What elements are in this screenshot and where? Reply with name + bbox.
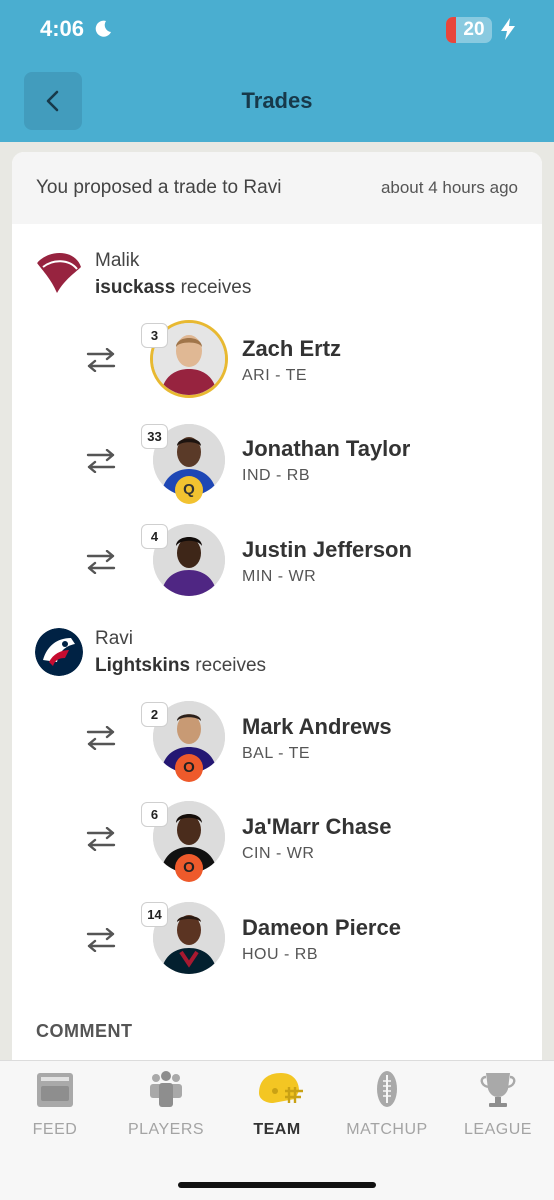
owner-name: Malik bbox=[95, 250, 140, 271]
moon-icon bbox=[95, 20, 111, 37]
player-position: MIN - WR bbox=[242, 568, 317, 585]
tab-label: TEAM bbox=[253, 1121, 301, 1138]
tab-matchup[interactable]: MATCHUP bbox=[332, 1061, 442, 1161]
swap-arrows-icon bbox=[86, 726, 116, 750]
receives-label: receives bbox=[180, 277, 252, 298]
player-position: HOU - RB bbox=[242, 946, 318, 963]
tab-feed[interactable]: FEED bbox=[0, 1061, 110, 1161]
swap-arrows-icon bbox=[86, 827, 116, 851]
receives-label: receives bbox=[195, 655, 267, 676]
swap-arrows-icon bbox=[86, 550, 116, 574]
team-name: isuckass bbox=[95, 277, 176, 298]
team-receives-line: Lightskins receives bbox=[95, 655, 266, 677]
proposal-text: You proposed a trade to Ravi bbox=[36, 177, 282, 198]
team-logo-cardinals bbox=[35, 249, 83, 297]
tab-label: LEAGUE bbox=[464, 1121, 532, 1138]
injury-status-badge: Q bbox=[175, 476, 203, 504]
team-name: Lightskins bbox=[95, 655, 191, 676]
player-name[interactable]: Mark Andrews bbox=[242, 714, 392, 740]
tab-players[interactable]: PLAYERS bbox=[111, 1061, 221, 1161]
player-name[interactable]: Dameon Pierce bbox=[242, 915, 401, 941]
feed-icon bbox=[37, 1073, 73, 1107]
injury-status-badge: O bbox=[175, 854, 203, 882]
battery-percent: 20 bbox=[463, 19, 485, 40]
football-icon bbox=[377, 1071, 397, 1107]
proposal-timestamp: about 4 hours ago bbox=[380, 178, 518, 197]
charging-bolt-icon bbox=[501, 18, 515, 40]
tab-team[interactable]: TEAM bbox=[222, 1061, 332, 1161]
player-name[interactable]: Zach Ertz bbox=[242, 336, 341, 362]
swap-arrows-icon bbox=[86, 348, 116, 372]
trophy-icon bbox=[480, 1073, 516, 1107]
trade-card: You proposed a trade to Ravi about 4 hou… bbox=[12, 152, 542, 1062]
swap-arrows-icon bbox=[86, 928, 116, 952]
player-rank-badge: 33 bbox=[141, 424, 168, 449]
tab-label: FEED bbox=[32, 1121, 78, 1138]
helmet-icon bbox=[259, 1073, 303, 1103]
owner-name: Ravi bbox=[95, 628, 134, 649]
page-title: Trades bbox=[241, 88, 313, 113]
player-position: IND - RB bbox=[242, 467, 310, 484]
player-name[interactable]: Jonathan Taylor bbox=[242, 436, 410, 462]
player-rank-badge: 2 bbox=[141, 702, 168, 727]
player-name[interactable]: Justin Jefferson bbox=[242, 537, 412, 563]
battery-level-fill bbox=[446, 17, 456, 43]
swap-arrows-icon bbox=[86, 449, 116, 473]
comment-section-label: COMMENT bbox=[36, 1021, 133, 1041]
player-rank-badge: 6 bbox=[141, 802, 168, 827]
player-rank-badge: 14 bbox=[141, 902, 168, 927]
trade-proposal-header: You proposed a trade to Ravi about 4 hou… bbox=[12, 152, 542, 224]
header-bar: 4:06 20 Trades bbox=[0, 0, 554, 142]
player-position: CIN - WR bbox=[242, 845, 315, 862]
player-name[interactable]: Ja'Marr Chase bbox=[242, 814, 392, 840]
players-icon bbox=[150, 1071, 182, 1107]
player-rank-badge: 4 bbox=[141, 524, 168, 549]
player-rank-badge: 3 bbox=[141, 323, 168, 348]
team-logo-patriots bbox=[35, 628, 83, 676]
home-indicator[interactable] bbox=[178, 1182, 376, 1188]
player-position: BAL - TE bbox=[242, 745, 311, 762]
battery-indicator: 20 bbox=[446, 17, 492, 43]
injury-status-badge: O bbox=[175, 754, 203, 782]
status-time: 4:06 bbox=[40, 16, 85, 41]
tab-league[interactable]: LEAGUE bbox=[443, 1061, 553, 1161]
player-position: ARI - TE bbox=[242, 367, 308, 384]
tab-label: PLAYERS bbox=[127, 1121, 205, 1138]
team-receives-line: isuckass receives bbox=[95, 277, 251, 299]
bottom-tab-bar: FEED PLAYERS TEAM MATCHUP LEAGUE bbox=[0, 1060, 554, 1200]
tab-label: MATCHUP bbox=[346, 1121, 428, 1138]
